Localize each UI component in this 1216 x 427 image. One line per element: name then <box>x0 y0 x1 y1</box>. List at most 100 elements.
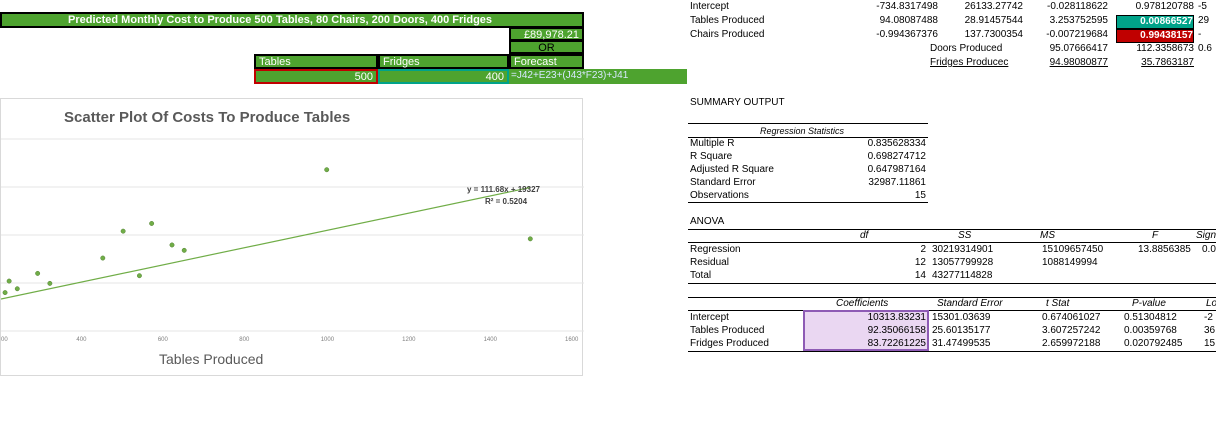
x-tick-label: 800 <box>239 337 250 343</box>
anova-df: 12 <box>914 257 926 268</box>
anova-title: ANOVA <box>690 216 725 227</box>
coef-value[interactable]: 83.72261225 <box>808 338 926 350</box>
trendline-r2: R² = 0.5204 <box>485 197 528 206</box>
data-point[interactable] <box>6 278 12 284</box>
stat-value: 0.835628334 <box>867 138 926 149</box>
coef-value[interactable]: 92.35066158 <box>808 325 926 337</box>
x-axis-title: Tables Produced <box>159 351 264 367</box>
forecast-header-cell[interactable]: Forecast <box>509 54 584 69</box>
divider <box>688 123 928 124</box>
divider <box>688 202 928 203</box>
data-point[interactable] <box>149 221 155 226</box>
top-cell-c5: 0.6 <box>1198 43 1212 54</box>
forecast-formula-cell[interactable]: =J42+E23+(J43*F23)+J41 <box>509 69 687 84</box>
divider <box>688 229 1216 230</box>
stat-label: R Square <box>690 151 733 162</box>
divider <box>688 242 1216 243</box>
x-tick-label: 00 <box>1 337 8 343</box>
top-cell-c4: 2. <box>1198 57 1216 69</box>
se-value: 31.47499535 <box>932 338 991 349</box>
top-cell-c2: 94.98080877 <box>1049 57 1108 68</box>
lower-value: 15 <box>1204 338 1216 349</box>
top-cell-c4: 0.00866527 <box>1116 15 1194 29</box>
fridges-input-cell[interactable]: 400 <box>378 69 509 84</box>
top-row-label: Intercept <box>690 1 729 12</box>
data-point[interactable] <box>324 167 330 173</box>
data-point[interactable] <box>181 247 187 253</box>
plot-area <box>1 138 584 332</box>
data-point[interactable] <box>47 280 53 286</box>
top-cell-c5: -5 <box>1198 1 1207 12</box>
anova-ss: 30219314901 <box>932 244 994 255</box>
anova-sig: 0.0 <box>1202 244 1216 255</box>
tstat-value: 3.607257242 <box>1042 325 1101 336</box>
stat-value: 15 <box>914 190 926 201</box>
top-cell-c1: -734.8317498 <box>876 1 938 12</box>
top-cell-c3: -0.007219684 <box>1046 29 1108 40</box>
divider <box>688 310 1216 311</box>
top-cell-c2: 28.91457544 <box>964 15 1023 26</box>
top-row-label: Tables Produced <box>690 15 765 26</box>
top-cell-c4: 112.3358673 <box>1136 43 1194 54</box>
anova-row-label: Residual <box>690 257 729 268</box>
coef-value[interactable]: 10313.83231 <box>808 312 926 324</box>
top-cell-c5: 29 <box>1198 15 1210 26</box>
anova-header-ms: MS <box>1040 230 1055 241</box>
pvalue-value: 0.00359768 <box>1124 325 1177 336</box>
pvalue-header: P-value <box>1132 298 1166 309</box>
se-header: Standard Error <box>937 298 1003 309</box>
summary-title: SUMMARY OUTPUT <box>690 97 785 108</box>
tstat-value: 2.659972188 <box>1042 338 1101 349</box>
data-point[interactable] <box>35 270 41 276</box>
stat-label: Observations <box>690 190 749 201</box>
data-point[interactable] <box>100 255 106 261</box>
anova-row-label: Regression <box>690 244 741 255</box>
anova-ms: 15109657450 <box>1042 244 1104 255</box>
anova-f: 13.8856385 <box>1138 244 1191 255</box>
stat-value: 0.698274712 <box>867 151 926 162</box>
x-tick-label: 1200 <box>402 337 416 343</box>
anova-ms: 1088149994 <box>1042 257 1098 268</box>
data-point[interactable] <box>527 236 533 242</box>
data-point[interactable] <box>136 273 142 279</box>
tables-header-cell[interactable]: Tables <box>254 54 378 69</box>
se-value: 25.60135177 <box>932 325 991 336</box>
pvalue-value: 0.51304812 <box>1124 312 1177 323</box>
tables-input-cell[interactable]: 500 <box>254 69 378 84</box>
top-cell-c1: 94.08087488 <box>879 15 938 26</box>
coef-row-label: Tables Produced <box>690 325 765 336</box>
prediction-banner[interactable]: Predicted Monthly Cost to Produce 500 Ta… <box>0 12 584 28</box>
top-cell-c3: 95.07666417 <box>1049 43 1108 54</box>
or-label[interactable]: OR <box>509 40 584 54</box>
lower-header: Lo <box>1206 298 1216 309</box>
x-tick-label: 400 <box>76 337 87 343</box>
anova-df: 2 <box>920 244 926 255</box>
coef-header: Coefficients <box>836 298 889 309</box>
top-cell-c3: 3.253752595 <box>1049 15 1108 26</box>
divider <box>688 283 1216 284</box>
divider <box>688 351 1216 352</box>
data-point[interactable] <box>2 290 8 296</box>
scatter-chart[interactable]: Scatter Plot Of Costs To Produce Tables … <box>0 98 584 376</box>
x-tick-label: 600 <box>157 337 168 343</box>
anova-header-ss: SS <box>958 230 972 241</box>
tstat-value: 0.674061027 <box>1042 312 1101 323</box>
anova-header-f: F <box>1152 230 1159 241</box>
tstat-header: t Stat <box>1046 298 1070 309</box>
data-point[interactable] <box>120 228 126 234</box>
fridges-header-cell[interactable]: Fridges <box>378 54 509 69</box>
top-row-label: Chairs Produced <box>690 29 765 40</box>
data-point[interactable] <box>14 286 20 292</box>
prediction-value[interactable]: £89,978.21 <box>509 27 584 41</box>
anova-header-df: df <box>860 230 869 241</box>
stat-value: 32987.11861 <box>868 177 926 188</box>
top-cell-c5: - <box>1198 29 1202 40</box>
top-cell-c3: 35.7863187 <box>1141 57 1194 68</box>
lower-value: 36 <box>1204 325 1216 336</box>
trendline <box>1 186 531 300</box>
x-tick-label: 1400 <box>483 337 497 343</box>
anova-ss: 43277114828 <box>932 270 993 281</box>
anova-header-sig: Sign <box>1196 230 1216 241</box>
se-value: 15301.03639 <box>932 312 991 323</box>
data-point[interactable] <box>169 242 175 248</box>
